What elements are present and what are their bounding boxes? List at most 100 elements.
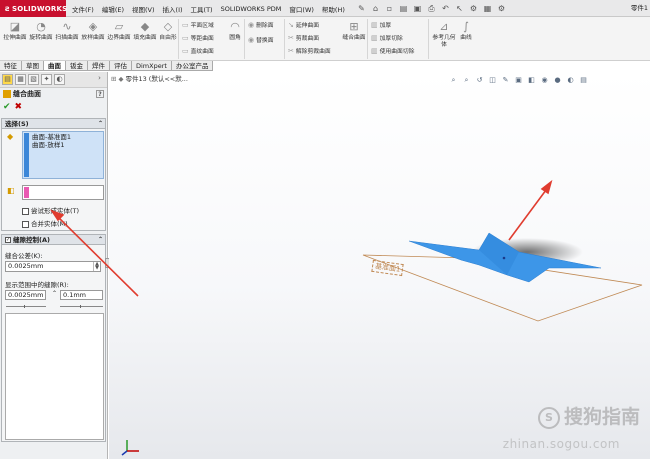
knit-tolerance-label: 缝合公差(K): [5,252,43,260]
watermark-url: zhinan.sogou.com [502,437,620,451]
ribbon-divider [367,19,368,59]
dimxpert-manager-icon[interactable]: ✦ [41,74,52,85]
ruled-surface-button[interactable]: ▭ 直纹曲面 [182,46,214,55]
extend-surface-button[interactable]: ↘ 延伸曲面 [288,20,319,29]
tab-weldments[interactable]: 焊件 [88,61,110,70]
graphics-area[interactable]: ⊞ ◆ 零件13 (默认<<默... ⌕ ⌕ ↺ ◫ ✎ ▣ ◧ ◉ ● ◐ ▤ 基… [109,72,650,459]
help-icon[interactable]: ? [96,90,104,98]
tab-sheet-metal[interactable]: 钣金 [66,61,88,70]
tab-features[interactable]: 特征 [0,61,22,70]
curves-icon: ∫ [463,20,469,33]
gap-range-max-input[interactable]: 0.1mm [60,290,103,300]
feature-title: 缝合曲面 ? [0,88,107,101]
feature-manager-icon[interactable]: ▤ [2,74,13,85]
lofted-surface-button[interactable]: ◈ 放样曲面 [80,20,106,42]
document-name: 零件1 [630,4,648,12]
menu-file[interactable]: 文件(F) [68,4,98,14]
gap-list-box[interactable] [5,313,104,440]
tab-surfaces[interactable]: 曲面 [44,61,66,70]
print-icon[interactable]: ⎙ [426,3,437,14]
tab-sketch[interactable]: 草图 [22,61,44,70]
gap-range-label: 显示范围中的缝隙(R): [5,281,69,289]
tab-dimxpert[interactable]: DimXpert [132,61,172,70]
delete-face-button[interactable]: ◉ 删除面 [248,20,274,29]
gap-range-min-input[interactable]: 0.0025mm [5,290,46,300]
solidworks-logo[interactable]: ƨ SOLIDWORKS [0,0,67,17]
configuration-manager-icon[interactable]: ▧ [28,74,39,85]
collapse-icon[interactable]: ⌃ [98,119,103,129]
selection-group: 选择(S) ⌃ ◆ 曲面-基准面1 曲面-放样1 ◧ 尝试形成实体(T) 合并实体… [1,118,106,231]
rebuild-icon[interactable]: ⚙ [468,3,479,14]
gap-min-slider[interactable] [6,301,46,308]
menu-tools[interactable]: 工具(T) [187,4,217,14]
chevron-right-icon[interactable]: › [94,74,105,85]
undo-icon[interactable]: ↶ [440,3,451,14]
menu-view[interactable]: 视图(V) [128,4,159,14]
gap-control-checkbox[interactable]: ✓ [5,237,11,243]
menu-insert[interactable]: 插入(I) [159,4,187,14]
knit-surface-icon [3,90,11,98]
thickened-cut-button[interactable]: ▥ 加厚切除 [371,33,403,42]
tab-evaluate[interactable]: 评估 [110,61,132,70]
planar-surface-button[interactable]: ▭ 平面区域 [182,20,214,29]
extruded-surface-button[interactable]: ◪ 拉伸曲面 [2,20,28,42]
menu-pdm[interactable]: SOLIDWORKS PDM [217,5,286,13]
gap-max-slider[interactable] [60,301,103,308]
gap-control-header[interactable]: ✓ 缝隙控制(A) ⌃ [2,235,105,245]
select-icon[interactable]: ↖ [454,3,465,14]
surface-selection-list[interactable]: 曲面-基准面1 曲面-放样1 [22,131,104,179]
spin-arrows-icon[interactable]: ▲ ▼ [93,262,100,271]
revolved-surface-button[interactable]: ◔ 旋转曲面 [28,20,54,42]
pin-icon[interactable]: ✎ [356,3,367,14]
checkbox-box [22,207,29,215]
options-icon[interactable]: ⚙ [496,3,507,14]
quick-access-toolbar: ✎ ⌂ ▫ ▤ ▣ ⎙ ↶ ↖ ⚙ ▦ ⚙ [356,3,507,14]
slider-thumb[interactable] [24,305,25,308]
open-file-icon[interactable]: ▤ [398,3,409,14]
replace-face-button[interactable]: ◉ 替换面 [248,35,274,44]
selection-group-header[interactable]: 选择(S) ⌃ [2,119,105,129]
knit-surface-button[interactable]: ⊞ 缝合曲面 [342,20,366,42]
cancel-x-icon[interactable]: ✖ [15,102,23,112]
reference-geometry-button[interactable]: ⊿ 参考几何体 [431,20,457,49]
list-item[interactable]: 曲面-放样1 [32,141,101,149]
home-icon[interactable]: ⌂ [370,3,381,14]
curves-button[interactable]: ∫ 曲线 [457,20,475,42]
extruded-surface-icon: ◪ [9,20,21,33]
command-manager-tabs: 特征 草图 曲面 钣金 焊件 评估 DimXpert 办公室产品 [0,61,214,71]
property-manager-panel: ▤ ▦ ▧ ✦ ◐ › 缝合曲面 ? ✔ ✖ 选择(S) ⌃ ◆ 曲面-基准面1 曲… [0,72,110,459]
watermark-logo: S 搜狗指南 [537,402,640,429]
menu-help[interactable]: 帮助(H) [318,4,349,14]
slider-thumb[interactable] [80,305,81,308]
secondary-selection-box[interactable] [22,185,104,200]
offset-surface-button[interactable]: ▭ 等距曲面 [182,33,214,42]
command-manager-ribbon: ◪ 拉伸曲面 ◔ 旋转曲面 ∿ 扫描曲面 ◈ 放样曲面 ▱ 边界曲面 ◆ 填充曲面 ◇ 自由形… [0,17,650,61]
revolved-surface-icon: ◔ [36,20,46,33]
knit-tolerance-input[interactable]: 0.0025mm ▲ ▼ [5,261,101,272]
save-icon[interactable]: ▣ [412,3,423,14]
new-file-icon[interactable]: ▫ [384,3,395,14]
gap-control-group: ✓ 缝隙控制(A) ⌃ 缝合公差(K): 0.0025mm ▲ ▼ 显示范围中的缝隙(R… [1,234,106,442]
try-form-solid-checkbox[interactable]: 尝试形成实体(T) [22,205,79,215]
menu-window[interactable]: 窗口(W) [285,4,318,14]
thicken-button[interactable]: ▥ 加厚 [371,20,391,29]
menu-edit[interactable]: 编辑(E) [98,4,128,14]
file-properties-icon[interactable]: ▦ [482,3,493,14]
thicken-icon: ▥ [371,21,378,29]
list-item[interactable]: 曲面-基准面1 [32,133,101,141]
filled-surface-icon: ◆ [140,20,150,33]
boundary-surface-button[interactable]: ▱ 边界曲面 [106,20,132,42]
cut-with-surface-button[interactable]: ▥ 使用曲面切除 [371,46,414,55]
merge-entities-checkbox[interactable]: 合并实体(M) [22,218,68,228]
menu-bar: 文件(F) 编辑(E) 视图(V) 插入(I) 工具(T) SOLIDWORKS… [68,0,349,17]
untrim-surface-button[interactable]: ✂ 解除剪裁曲面 [288,46,331,55]
trim-surface-button[interactable]: ✂ 剪裁曲面 [288,33,319,42]
tab-office-products[interactable]: 办公室产品 [171,61,214,70]
replace-face-icon: ◉ [248,36,255,44]
collapse-icon[interactable]: ⌃ [98,235,103,245]
fillet-icon: ◠ [230,20,240,33]
swept-surface-button[interactable]: ∿ 扫描曲面 [54,20,80,42]
property-manager-icon[interactable]: ▦ [15,74,26,85]
display-manager-icon[interactable]: ◐ [54,74,65,85]
ok-check-icon[interactable]: ✔ [3,102,11,112]
